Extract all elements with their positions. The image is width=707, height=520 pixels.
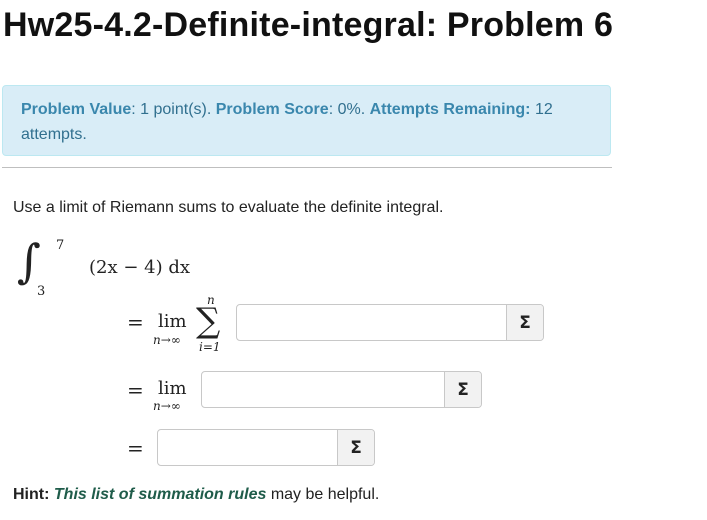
lim-1: lim [158,311,187,332]
answer-field-1: Σ [236,304,544,341]
sum-lower-limit: i=1 [199,340,221,354]
equation-editor-button-1[interactable]: Σ [506,305,543,340]
hint-label: Hint: [13,486,50,503]
hint: Hint: This list of summation rules may b… [13,486,379,504]
equation-editor-button-3[interactable]: Σ [337,430,374,465]
summation-rules-link[interactable]: This list of summation rules [54,486,266,503]
lim-subscript-2: n→∞ [153,399,181,413]
hint-rest: may be helpful. [266,486,380,503]
lim-2: lim [158,378,187,399]
problem-info-box: Problem Value: 1 point(s). Problem Score… [2,85,611,156]
lim-subscript-1: n→∞ [153,333,181,347]
answer-input-1[interactable] [237,305,506,340]
integrand: (2x − 4) dx [89,257,191,278]
integral-sign: ∫ [17,234,41,288]
problem-prompt: Use a limit of Riemann sums to evaluate … [13,199,444,216]
problem-value-label: Problem Value [21,101,132,118]
integral-lower-limit: 3 [37,284,46,299]
page-title: Hw25-4.2-Definite-integral: Problem 6 [3,6,614,44]
problem-score-text: : 0%. [328,101,370,118]
answer-input-2[interactable] [202,372,444,407]
equals-sign-1: = [127,310,144,334]
problem-score-label: Problem Score [215,101,329,118]
answer-input-3[interactable] [158,430,337,465]
answer-field-3: Σ [157,429,375,466]
integral-upper-limit: 7 [56,238,65,253]
equation-editor-button-2[interactable]: Σ [444,372,481,407]
answer-field-2: Σ [201,371,482,408]
divider [2,167,612,168]
attempts-remaining-label: Attempts Remaining: [369,101,531,118]
summation-sign: ∑ [196,301,221,341]
equals-sign-3: = [127,436,144,460]
problem-value-text: : 1 point(s). [131,101,216,118]
equals-sign-2: = [127,378,144,402]
